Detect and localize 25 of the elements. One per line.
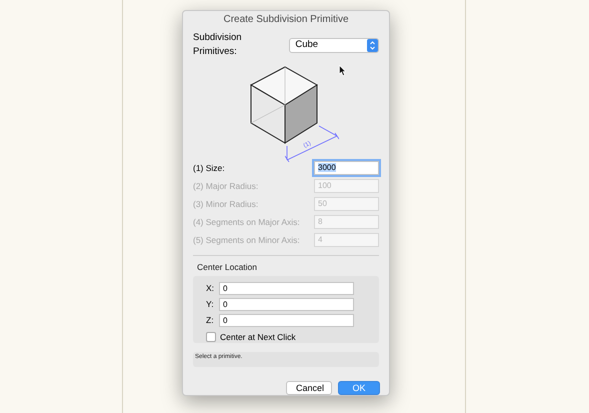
field-label: Z: xyxy=(206,314,215,326)
input-field[interactable]: 0 xyxy=(219,298,354,311)
input-field[interactable]: 0 xyxy=(219,282,354,295)
checkbox[interactable] xyxy=(206,332,216,342)
input-field: 8 xyxy=(314,214,379,229)
input-field[interactable]: 3000 xyxy=(314,160,379,175)
primitive-dropdown[interactable]: Cube xyxy=(289,38,379,53)
cancel-button[interactable]: Cancel xyxy=(286,381,332,396)
field-label: Subdivision Primitives: xyxy=(193,31,243,60)
field-label: (1) Size: xyxy=(193,162,225,174)
input-field: 4 xyxy=(314,232,379,247)
field-label: (2) Major Radius: xyxy=(193,180,258,192)
group-title: Center Location xyxy=(196,260,258,274)
field-label: (4) Segments on Major Axis: xyxy=(193,216,300,228)
field-label: Y: xyxy=(206,298,215,310)
field-label: (3) Minor Radius: xyxy=(193,198,258,210)
cursor-icon xyxy=(339,64,346,76)
stepper-icon xyxy=(367,38,378,52)
checkbox-label: Center at Next Click xyxy=(220,330,296,344)
window-title: Create Subdivision Primitive xyxy=(222,13,350,27)
input-field: 100 xyxy=(314,178,379,193)
input-field[interactable]: 0 xyxy=(219,314,354,327)
field-label: X: xyxy=(206,282,215,294)
field-label: (5) Segments on Minor Axis: xyxy=(193,234,300,246)
input-field: 50 xyxy=(314,196,379,211)
